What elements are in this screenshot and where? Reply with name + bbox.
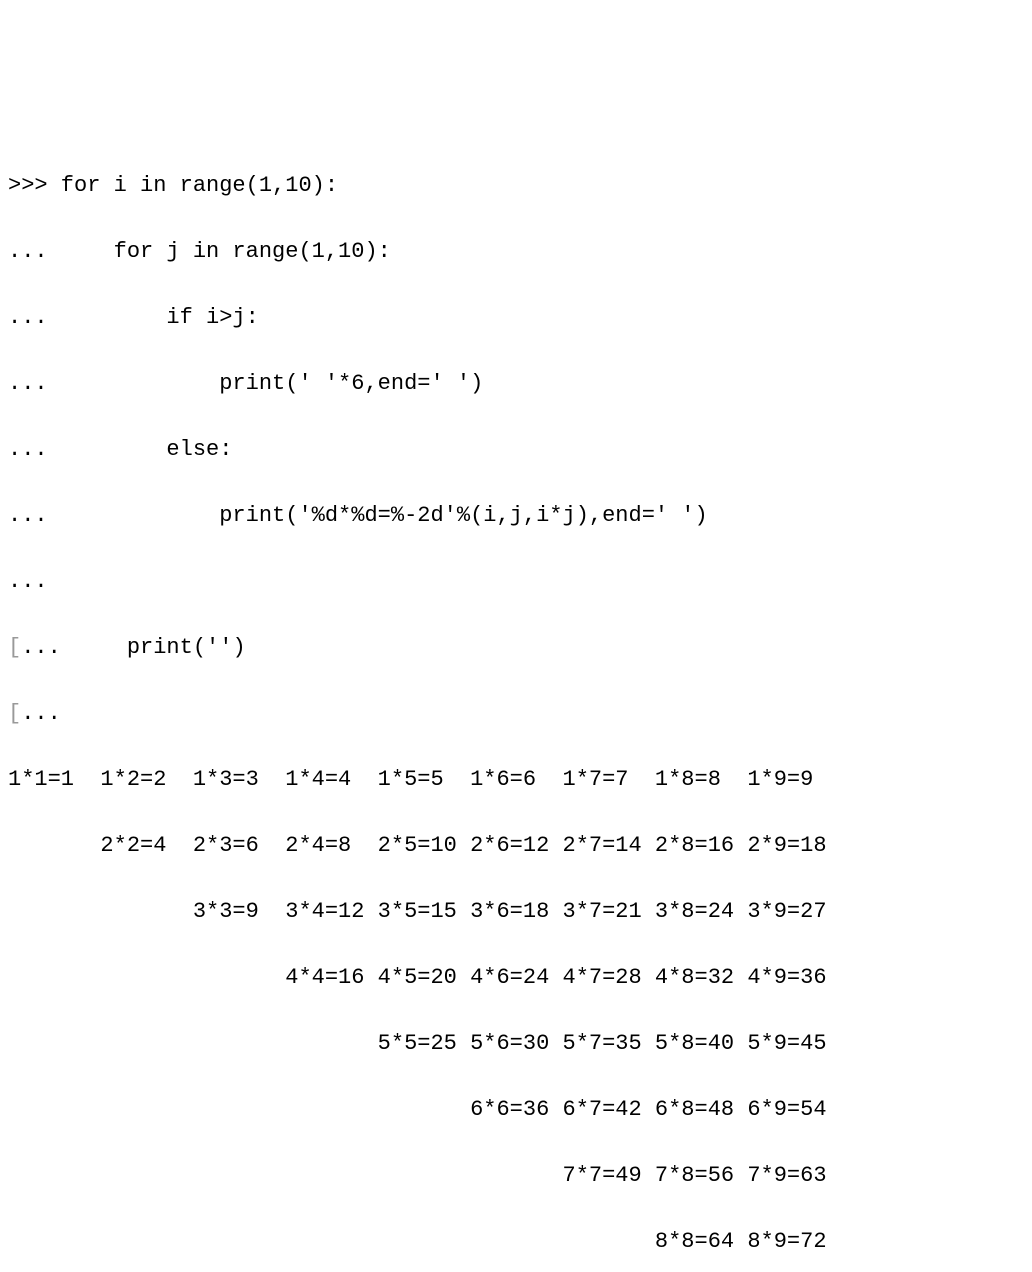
code-line: >>> for i in range(1,10):: [8, 169, 1024, 202]
output-row: 7*7=49 7*8=56 7*9=63: [8, 1159, 1024, 1192]
bracket-open-icon: [: [8, 701, 21, 726]
output-row: 8*8=64 8*9=72: [8, 1225, 1024, 1258]
output-row: 6*6=36 6*7=42 6*8=48 6*9=54: [8, 1093, 1024, 1126]
code-line: ... print('%d*%d=%-2d'%(i,j,i*j),end=' '…: [8, 499, 1024, 532]
output-row: 4*4=16 4*5=20 4*6=24 4*7=28 4*8=32 4*9=3…: [8, 961, 1024, 994]
output-row: 5*5=25 5*6=30 5*7=35 5*8=40 5*9=45: [8, 1027, 1024, 1060]
output-row: 1*1=1 1*2=2 1*3=3 1*4=4 1*5=5 1*6=6 1*7=…: [8, 763, 1024, 796]
code-line: ... if i>j:: [8, 301, 1024, 334]
code-line: ... for j in range(1,10):: [8, 235, 1024, 268]
code-line: ... else:: [8, 433, 1024, 466]
terminal-output: >>> for i in range(1,10): ... for j in r…: [8, 136, 1024, 1272]
bracket-open-icon: [: [8, 635, 21, 660]
code-line: [...: [8, 697, 1024, 730]
code-line: ... print(' '*6,end=' '): [8, 367, 1024, 400]
code-line: ...: [8, 565, 1024, 598]
output-row: 3*3=9 3*4=12 3*5=15 3*6=18 3*7=21 3*8=24…: [8, 895, 1024, 928]
output-row: 2*2=4 2*3=6 2*4=8 2*5=10 2*6=12 2*7=14 2…: [8, 829, 1024, 862]
